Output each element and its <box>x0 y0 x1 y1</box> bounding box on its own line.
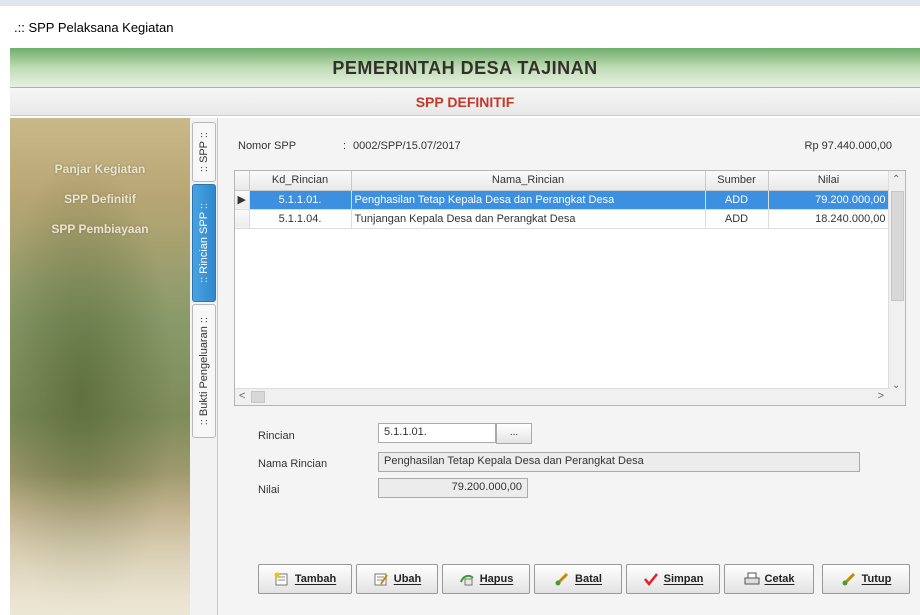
column-nama-rincian[interactable]: Nama_Rincian <box>351 171 706 191</box>
cancel-brush-icon <box>555 572 569 586</box>
nilai-label: Nilai <box>258 484 280 496</box>
ubah-button[interactable]: Ubah <box>356 564 438 594</box>
nomor-spp-label: Nomor SPP <box>238 140 297 152</box>
window-title: .:: SPP Pelaksana Kegiatan <box>14 20 174 35</box>
page-header: PEMERINTAH DESA TAJINAN <box>10 48 920 88</box>
tab-bukti-pengeluaran[interactable]: :: Bukti Pengeluaran :: <box>192 304 216 438</box>
cell-sumber[interactable]: ADD <box>705 209 769 229</box>
cell-kd-rincian[interactable]: 5.1.1.04. <box>249 209 352 229</box>
vertical-tab-strip: :: SPP :: :: Rincian SPP :: :: Bukti Pen… <box>190 118 218 615</box>
tab-spp[interactable]: :: SPP :: <box>192 122 216 182</box>
tab-rincian-spp[interactable]: :: Rincian SPP :: <box>192 184 216 302</box>
cell-nilai[interactable]: 18.240.000,00 <box>768 209 890 229</box>
tambah-button[interactable]: Tambah <box>258 564 352 594</box>
rincian-label: Rincian <box>258 430 295 442</box>
page-subheader: SPP DEFINITIF <box>10 88 920 116</box>
scroll-right-icon[interactable]: > <box>878 390 884 402</box>
rincian-grid[interactable]: Kd_Rincian Nama_Rincian Sumber Nilai ▶ 5… <box>234 170 906 406</box>
window-titlebar: .:: SPP Pelaksana Kegiatan <box>0 0 920 48</box>
edit-form-icon <box>374 573 388 586</box>
total-amount: Rp 97.440.000,00 <box>804 140 892 152</box>
batal-button[interactable]: Batal <box>534 564 622 594</box>
cell-nilai[interactable]: 79.200.000,00 <box>768 190 890 210</box>
add-form-icon <box>274 572 288 586</box>
nama-rincian-label: Nama Rincian <box>258 458 328 470</box>
table-row[interactable]: 5.1.1.04. Tunjangan Kepala Desa dan Pera… <box>235 209 890 229</box>
tutup-button[interactable]: Tutup <box>822 564 910 594</box>
cetak-button[interactable]: Cetak <box>724 564 814 594</box>
scroll-up-icon[interactable]: ⌃ <box>892 174 900 185</box>
grid-vertical-scrollbar[interactable]: ⌃ ⌄ <box>888 171 905 405</box>
nama-rincian-field[interactable]: Penghasilan Tetap Kepala Desa dan Perang… <box>378 452 860 472</box>
page-title: PEMERINTAH DESA TAJINAN <box>332 58 598 78</box>
close-brush-icon <box>842 572 855 586</box>
column-nilai[interactable]: Nilai <box>768 171 890 191</box>
grid-horizontal-scrollbar[interactable]: < > <box>235 388 890 405</box>
sidebar: Panjar Kegiatan SPP Definitif SPP Pembia… <box>10 118 190 615</box>
nomor-spp-value: 0002/SPP/15.07/2017 <box>353 140 461 152</box>
simpan-button[interactable]: Simpan <box>626 564 720 594</box>
print-icon <box>744 572 760 585</box>
table-row[interactable]: ▶ 5.1.1.01. Penghasilan Tetap Kepala Des… <box>235 190 890 210</box>
row-indicator-icon: ▶ <box>235 190 250 210</box>
sidebar-item-spp-definitif[interactable]: SPP Definitif <box>10 192 190 206</box>
sidebar-item-spp-pembiayaan[interactable]: SPP Pembiayaan <box>10 222 190 236</box>
scroll-down-icon[interactable]: ⌄ <box>892 380 900 391</box>
scroll-left-icon[interactable]: < <box>239 390 245 402</box>
column-kd-rincian[interactable]: Kd_Rincian <box>249 171 352 191</box>
sidebar-item-panjar-kegiatan[interactable]: Panjar Kegiatan <box>10 162 190 176</box>
rincian-lookup-button[interactable]: ... <box>496 423 532 444</box>
column-sumber[interactable]: Sumber <box>705 171 769 191</box>
page-subtitle: SPP DEFINITIF <box>415 94 515 110</box>
cell-sumber[interactable]: ADD <box>705 190 769 210</box>
nomor-spp-colon: : <box>343 140 347 152</box>
rincian-field[interactable]: 5.1.1.01. <box>378 423 496 443</box>
main-content: Nomor SPP : 0002/SPP/15.07/2017 Rp 97.44… <box>218 118 920 615</box>
cell-nama-rincian[interactable]: Penghasilan Tetap Kepala Desa dan Perang… <box>351 190 706 210</box>
save-check-icon <box>643 573 658 586</box>
cell-kd-rincian[interactable]: 5.1.1.01. <box>249 190 352 210</box>
delete-icon <box>459 574 474 586</box>
hapus-button[interactable]: Hapus <box>442 564 530 594</box>
cell-nama-rincian[interactable]: Tunjangan Kepala Desa dan Perangkat Desa <box>351 209 706 229</box>
grid-header-row: Kd_Rincian Nama_Rincian Sumber Nilai <box>235 171 890 191</box>
nilai-field[interactable]: 79.200.000,00 <box>378 478 528 498</box>
